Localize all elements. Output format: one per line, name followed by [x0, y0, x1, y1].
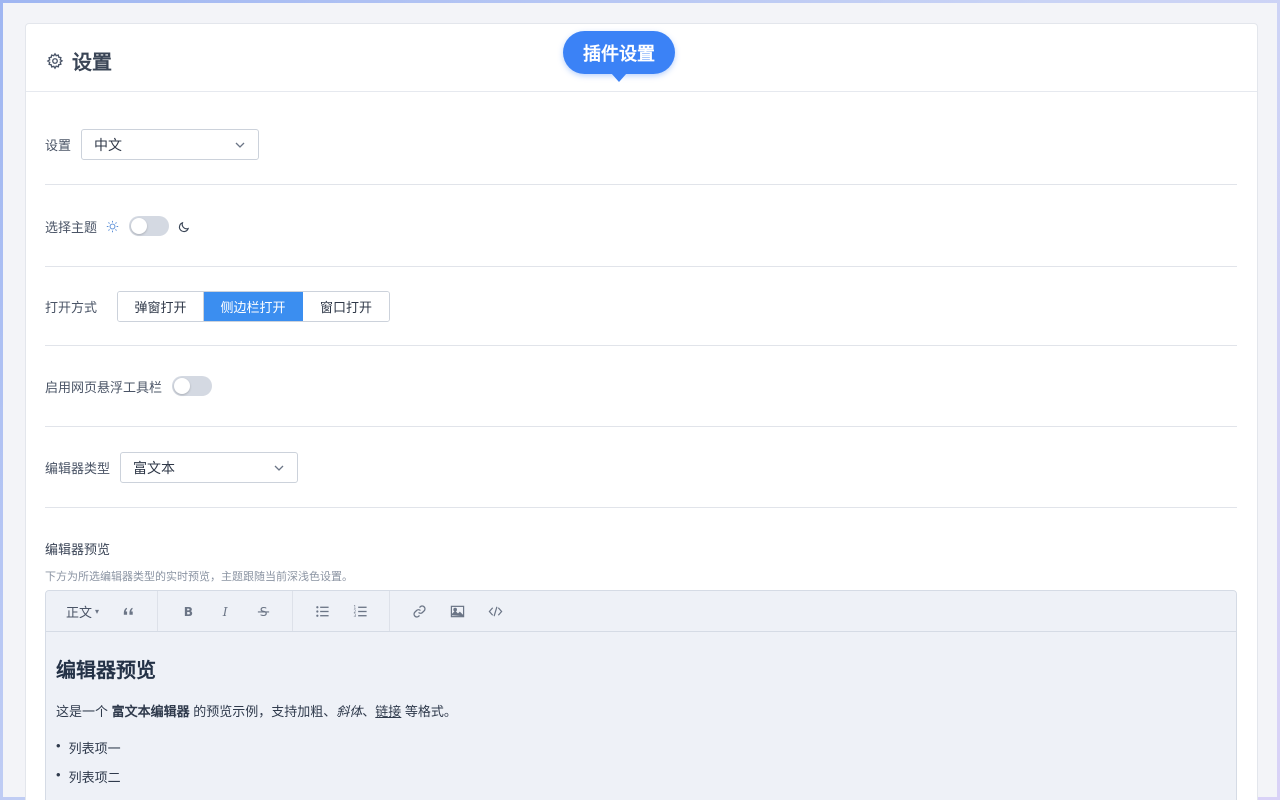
paragraph-link[interactable]: 链接 [375, 704, 401, 719]
paragraph-bold: 富文本编辑器 [111, 704, 190, 719]
theme-row: 选择主题 [45, 215, 1237, 237]
divider [45, 184, 1237, 185]
toolbar-group: B I S [158, 591, 294, 631]
editor-toolbar: 正文 ▾ B I S 1 2 3 [46, 591, 1236, 632]
bullet-icon: • [56, 738, 61, 753]
open-mode-sidebar[interactable]: 侧边栏打开 [204, 292, 304, 321]
toolbar-group: 123 [293, 591, 391, 631]
divider [45, 507, 1237, 508]
caret-down-icon: ▾ [95, 606, 100, 616]
language-label: 设置 [45, 138, 72, 153]
numbered-list-icon[interactable]: 123 [341, 597, 379, 625]
paragraph-text: 这是一个 [56, 704, 112, 719]
open-mode-window[interactable]: 窗口打开 [303, 292, 390, 321]
divider [45, 266, 1237, 267]
paragraph-text: 、 [362, 704, 376, 719]
window-frame: 设置 设置 中文 选择主题 打开方式 弹窗打开 侧边栏打开 窗口打开 启用网页悬… [3, 3, 1277, 800]
open-mode-row: 打开方式 弹窗打开 侧边栏打开 窗口打开 [45, 291, 1237, 322]
page-title: 设置 [46, 46, 112, 75]
list-item-text: 列表项二 [68, 770, 121, 785]
heading-dropdown-label: 正文 [66, 604, 93, 620]
list-item: • 列表项一 [56, 738, 1226, 757]
content-paragraph: 这是一个 富文本编辑器 的预览示例，支持加粗、斜体、链接 等格式。 [56, 701, 1226, 720]
svg-text:3: 3 [353, 613, 356, 618]
image-icon[interactable] [438, 597, 476, 625]
svg-text:I: I [221, 605, 227, 619]
list-item: • 列表项二 [56, 767, 1226, 786]
bullet-icon: • [56, 767, 61, 782]
quote-icon[interactable] [109, 597, 147, 625]
gear-icon [46, 52, 64, 70]
editor-preview: 正文 ▾ B I S 1 2 3 编辑器预览 这是一个 富文本编辑器 的预览示例… [45, 590, 1237, 800]
toolbar-group: 正文 ▾ [46, 591, 159, 631]
divider [45, 426, 1237, 427]
toolbar-group [390, 591, 524, 631]
preview-title: 编辑器预览 [45, 542, 111, 557]
chevron-down-icon [273, 462, 285, 474]
page-title-text: 设置 [72, 52, 112, 74]
preview-description: 下方为所选编辑器类型的实时预览，主题跟随当前深浅色设置。 [45, 571, 353, 583]
paragraph-text: 等格式。 [401, 704, 457, 719]
list-item-text: 列表项一 [68, 741, 121, 756]
open-mode-label: 打开方式 [45, 300, 98, 315]
editor-type-row: 编辑器类型 富文本 [45, 452, 1237, 483]
heading-dropdown[interactable]: 正文 ▾ [46, 602, 109, 621]
content-list: • 列表项一 • 列表项二 [56, 738, 1226, 786]
divider [45, 345, 1237, 346]
plugin-settings-bubble: 插件设置 [563, 31, 675, 82]
italic-icon[interactable]: I [206, 597, 244, 625]
floating-toolbar-toggle[interactable] [172, 376, 213, 396]
paragraph-italic: 斜体 [336, 704, 363, 719]
chevron-down-icon [234, 139, 246, 151]
floating-toolbar-label: 启用网页悬浮工具栏 [45, 379, 163, 395]
toggle-knob [174, 378, 191, 394]
theme-toggle[interactable] [129, 216, 170, 236]
bullet-list-icon[interactable] [303, 597, 341, 625]
open-mode-popup[interactable]: 弹窗打开 [118, 292, 205, 321]
language-value: 中文 [94, 136, 123, 153]
content-heading: 编辑器预览 [56, 660, 156, 682]
editor-type-label: 编辑器类型 [45, 461, 111, 476]
paragraph-text: 的预览示例，支持加粗、 [189, 704, 337, 719]
strikethrough-icon[interactable]: S [244, 597, 282, 625]
sun-icon [106, 220, 119, 233]
language-select[interactable]: 中文 [81, 129, 260, 160]
code-icon[interactable] [476, 597, 514, 625]
editor-content[interactable]: 编辑器预览 这是一个 富文本编辑器 的预览示例，支持加粗、斜体、链接 等格式。 … [46, 632, 1236, 800]
link-icon[interactable] [400, 597, 438, 625]
svg-text:B: B [183, 605, 192, 619]
editor-type-select[interactable]: 富文本 [120, 452, 299, 483]
editor-type-value: 富文本 [133, 459, 176, 476]
toggle-knob [131, 218, 148, 234]
moon-icon [178, 220, 191, 233]
open-mode-segmented: 弹窗打开 侧边栏打开 窗口打开 [117, 291, 391, 322]
theme-label: 选择主题 [45, 219, 98, 235]
language-row: 设置 中文 [45, 129, 1237, 160]
bold-icon[interactable]: B [168, 597, 206, 625]
floating-toolbar-row: 启用网页悬浮工具栏 [45, 375, 1237, 397]
